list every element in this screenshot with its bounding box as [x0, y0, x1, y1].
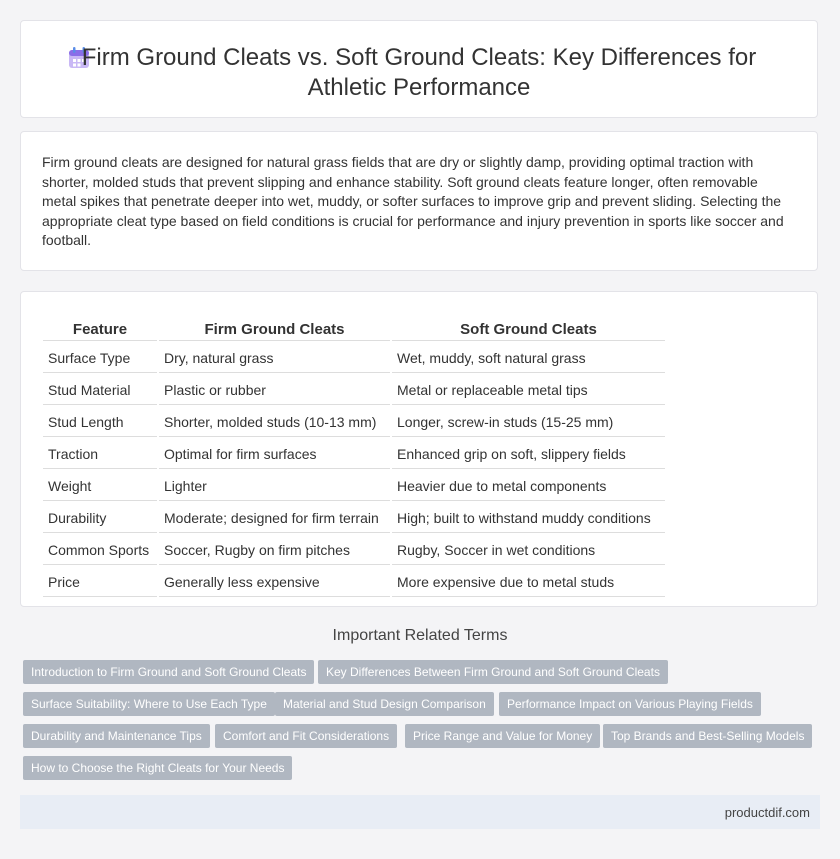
table-cell: Durability: [43, 503, 157, 533]
table-cell: Lighter: [159, 471, 390, 501]
related-term-tag[interactable]: Material and Stud Design Comparison: [275, 692, 494, 716]
table-row: Weight Lighter Heavier due to metal comp…: [43, 471, 665, 501]
header-feature: Feature: [43, 317, 157, 341]
table-cell: Generally less expensive: [159, 567, 390, 597]
related-terms-heading: Important Related Terms: [332, 627, 508, 644]
footer: productdif.com: [20, 795, 820, 829]
table-cell: Price: [43, 567, 157, 597]
table-row: Stud Material Plastic or rubber Metal or…: [43, 375, 665, 405]
comparison-table: Feature Firm Ground Cleats Soft Ground C…: [41, 315, 667, 599]
table-cell: Metal or replaceable metal tips: [392, 375, 665, 405]
table-row: Surface Type Dry, natural grass Wet, mud…: [43, 343, 665, 373]
table-cell: Optimal for firm surfaces: [159, 439, 390, 469]
table-cell: Stud Length: [43, 407, 157, 437]
table-cell: Soccer, Rugby on firm pitches: [159, 535, 390, 565]
table-row: Durability Moderate; designed for firm t…: [43, 503, 665, 533]
table-cell: High; built to withstand muddy condition…: [392, 503, 665, 533]
title-card: Firm Ground Cleats vs. Soft Ground Cleat…: [20, 20, 818, 118]
page-title-line-2: Athletic Performance: [307, 74, 531, 101]
comparison-table-card: Feature Firm Ground Cleats Soft Ground C…: [20, 291, 818, 607]
table-cell: Heavier due to metal components: [392, 471, 665, 501]
table-cell: Dry, natural grass: [159, 343, 390, 373]
footer-site-name: productdif.com: [724, 805, 810, 820]
related-term-tag[interactable]: Price Range and Value for Money: [405, 724, 601, 748]
related-term-tag[interactable]: Introduction to Firm Ground and Soft Gro…: [23, 660, 315, 684]
table-cell: Longer, screw-in studs (15-25 mm): [392, 407, 665, 437]
table-row: Traction Optimal for firm surfaces Enhan…: [43, 439, 665, 469]
related-term-tag[interactable]: Comfort and Fit Considerations: [215, 724, 398, 748]
related-term-tag[interactable]: How to Choose the Right Cleats for Your …: [23, 756, 293, 780]
related-term-tag[interactable]: Performance Impact on Various Playing Fi…: [499, 692, 761, 716]
table-cell: Common Sports: [43, 535, 157, 565]
table-cell: Surface Type: [43, 343, 157, 373]
table-cell: Wet, muddy, soft natural grass: [392, 343, 665, 373]
table-cell: Enhanced grip on soft, slippery fields: [392, 439, 665, 469]
table-cell: Stud Material: [43, 375, 157, 405]
table-cell: Weight: [43, 471, 157, 501]
intro-card: Firm ground cleats are designed for natu…: [20, 131, 818, 271]
header-firm-ground: Firm Ground Cleats: [159, 317, 390, 341]
table-cell: Rugby, Soccer in wet conditions: [392, 535, 665, 565]
related-term-tag[interactable]: Surface Suitability: Where to Use Each T…: [23, 692, 275, 716]
related-term-tag[interactable]: Top Brands and Best-Selling Models: [603, 724, 813, 748]
table-cell: Traction: [43, 439, 157, 469]
intro-paragraph: Firm ground cleats are designed for natu…: [42, 154, 784, 248]
related-term-tag[interactable]: Durability and Maintenance Tips: [23, 724, 210, 748]
header-soft-ground: Soft Ground Cleats: [392, 317, 665, 341]
table-header-row: Feature Firm Ground Cleats Soft Ground C…: [43, 317, 665, 341]
related-term-tag[interactable]: Key Differences Between Firm Ground and …: [318, 660, 668, 684]
table-row: Common Sports Soccer, Rugby on firm pitc…: [43, 535, 665, 565]
table-row: Stud Length Shorter, molded studs (10-13…: [43, 407, 665, 437]
table-row: Price Generally less expensive More expe…: [43, 567, 665, 597]
page-title: Firm Ground Cleats vs. Soft Ground Cleat…: [21, 43, 817, 103]
table-cell: Shorter, molded studs (10-13 mm): [159, 407, 390, 437]
table-cell: Moderate; designed for firm terrain: [159, 503, 390, 533]
table-cell: Plastic or rubber: [159, 375, 390, 405]
page-title-line-1: Firm Ground Cleats vs. Soft Ground Cleat…: [81, 44, 757, 71]
table-cell: More expensive due to metal studs: [392, 567, 665, 597]
